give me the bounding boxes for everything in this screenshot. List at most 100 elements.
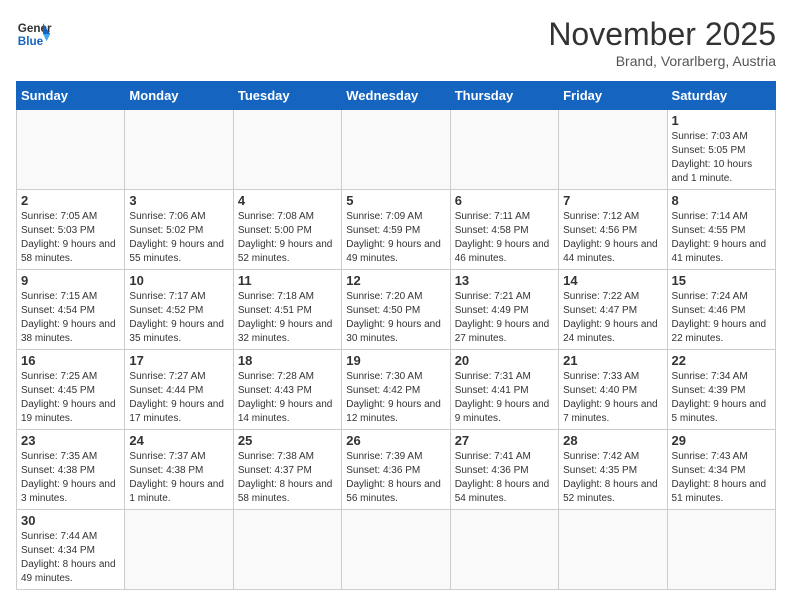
weekday-header-row: SundayMondayTuesdayWednesdayThursdayFrid… [17, 82, 776, 110]
calendar-day-cell: 24 Sunrise: 7:37 AM Sunset: 4:38 PM Dayli… [125, 430, 233, 510]
day-number: 13 [455, 273, 554, 288]
day-info: Sunrise: 7:03 AM Sunset: 5:05 PM Dayligh… [672, 130, 771, 186]
day-info: Sunrise: 7:37 AM Sunset: 4:38 PM Dayligh… [129, 450, 228, 506]
weekday-header: Monday [125, 82, 233, 110]
calendar-day-cell [17, 110, 125, 190]
calendar-day-cell: 10 Sunrise: 7:17 AM Sunset: 4:52 PM Dayli… [125, 270, 233, 350]
day-number: 12 [346, 273, 445, 288]
day-number: 26 [346, 433, 445, 448]
day-info: Sunrise: 7:21 AM Sunset: 4:49 PM Dayligh… [455, 290, 554, 346]
calendar-day-cell: 6 Sunrise: 7:11 AM Sunset: 4:58 PM Daylig… [450, 190, 558, 270]
calendar-day-cell [559, 510, 667, 590]
calendar-day-cell: 1 Sunrise: 7:03 AM Sunset: 5:05 PM Daylig… [667, 110, 775, 190]
calendar-day-cell: 21 Sunrise: 7:33 AM Sunset: 4:40 PM Dayli… [559, 350, 667, 430]
day-info: Sunrise: 7:41 AM Sunset: 4:36 PM Dayligh… [455, 450, 554, 506]
calendar-day-cell [125, 510, 233, 590]
day-number: 14 [563, 273, 662, 288]
day-info: Sunrise: 7:12 AM Sunset: 4:56 PM Dayligh… [563, 210, 662, 266]
weekday-header: Sunday [17, 82, 125, 110]
day-number: 29 [672, 433, 771, 448]
day-number: 18 [238, 353, 337, 368]
calendar-day-cell: 5 Sunrise: 7:09 AM Sunset: 4:59 PM Daylig… [342, 190, 450, 270]
weekday-header: Tuesday [233, 82, 341, 110]
calendar-day-cell [450, 510, 558, 590]
calendar-day-cell: 18Sunrise: 7:28 AM Sunset: 4:43 PM Dayli… [233, 350, 341, 430]
calendar-day-cell: 2Sunrise: 7:05 AM Sunset: 5:03 PM Daylig… [17, 190, 125, 270]
day-info: Sunrise: 7:38 AM Sunset: 4:37 PM Dayligh… [238, 450, 337, 506]
day-number: 30 [21, 513, 120, 528]
calendar-week-row: 16Sunrise: 7:25 AM Sunset: 4:45 PM Dayli… [17, 350, 776, 430]
calendar-day-cell: 20Sunrise: 7:31 AM Sunset: 4:41 PM Dayli… [450, 350, 558, 430]
calendar-table: SundayMondayTuesdayWednesdayThursdayFrid… [16, 81, 776, 590]
calendar-day-cell: 14 Sunrise: 7:22 AM Sunset: 4:47 PM Dayli… [559, 270, 667, 350]
calendar-day-cell: 28Sunrise: 7:42 AM Sunset: 4:35 PM Dayli… [559, 430, 667, 510]
calendar-day-cell [125, 110, 233, 190]
calendar-day-cell [342, 510, 450, 590]
day-info: Sunrise: 7:24 AM Sunset: 4:46 PM Dayligh… [672, 290, 771, 346]
calendar-day-cell [342, 110, 450, 190]
day-number: 1 [672, 113, 771, 128]
calendar-week-row: 9 Sunrise: 7:15 AM Sunset: 4:54 PM Daylig… [17, 270, 776, 350]
calendar-day-cell: 8 Sunrise: 7:14 AM Sunset: 4:55 PM Daylig… [667, 190, 775, 270]
day-info: Sunrise: 7:25 AM Sunset: 4:45 PM Dayligh… [21, 370, 120, 426]
calendar-day-cell: 27 Sunrise: 7:41 AM Sunset: 4:36 PM Dayli… [450, 430, 558, 510]
calendar-day-cell: 26 Sunrise: 7:39 AM Sunset: 4:36 PM Dayli… [342, 430, 450, 510]
day-number: 4 [238, 193, 337, 208]
day-info: Sunrise: 7:14 AM Sunset: 4:55 PM Dayligh… [672, 210, 771, 266]
calendar-day-cell: 17Sunrise: 7:27 AM Sunset: 4:44 PM Dayli… [125, 350, 233, 430]
day-info: Sunrise: 7:06 AM Sunset: 5:02 PM Dayligh… [129, 210, 228, 266]
day-number: 9 [21, 273, 120, 288]
calendar-week-row: 2Sunrise: 7:05 AM Sunset: 5:03 PM Daylig… [17, 190, 776, 270]
location-subtitle: Brand, Vorarlberg, Austria [548, 53, 776, 69]
calendar-day-cell [559, 110, 667, 190]
day-number: 11 [238, 273, 337, 288]
title-block: November 2025 Brand, Vorarlberg, Austria [548, 16, 776, 69]
calendar-day-cell: 25 Sunrise: 7:38 AM Sunset: 4:37 PM Dayli… [233, 430, 341, 510]
calendar-day-cell: 4Sunrise: 7:08 AM Sunset: 5:00 PM Daylig… [233, 190, 341, 270]
page-header: General Blue November 2025 Brand, Vorarl… [16, 16, 776, 69]
calendar-day-cell: 12 Sunrise: 7:20 AM Sunset: 4:50 PM Dayli… [342, 270, 450, 350]
day-info: Sunrise: 7:09 AM Sunset: 4:59 PM Dayligh… [346, 210, 445, 266]
calendar-day-cell: 13 Sunrise: 7:21 AM Sunset: 4:49 PM Dayli… [450, 270, 558, 350]
svg-text:Blue: Blue [18, 35, 44, 48]
weekday-header: Saturday [667, 82, 775, 110]
day-info: Sunrise: 7:22 AM Sunset: 4:47 PM Dayligh… [563, 290, 662, 346]
day-info: Sunrise: 7:05 AM Sunset: 5:03 PM Dayligh… [21, 210, 120, 266]
weekday-header: Friday [559, 82, 667, 110]
day-number: 3 [129, 193, 228, 208]
calendar-day-cell: 11 Sunrise: 7:18 AM Sunset: 4:51 PM Dayli… [233, 270, 341, 350]
day-number: 8 [672, 193, 771, 208]
calendar-day-cell: 16Sunrise: 7:25 AM Sunset: 4:45 PM Dayli… [17, 350, 125, 430]
day-number: 25 [238, 433, 337, 448]
day-info: Sunrise: 7:11 AM Sunset: 4:58 PM Dayligh… [455, 210, 554, 266]
day-info: Sunrise: 7:18 AM Sunset: 4:51 PM Dayligh… [238, 290, 337, 346]
day-number: 24 [129, 433, 228, 448]
day-number: 20 [455, 353, 554, 368]
calendar-week-row: 30Sunrise: 7:44 AM Sunset: 4:34 PM Dayli… [17, 510, 776, 590]
weekday-header: Thursday [450, 82, 558, 110]
calendar-day-cell: 15Sunrise: 7:24 AM Sunset: 4:46 PM Dayli… [667, 270, 775, 350]
calendar-week-row: 1 Sunrise: 7:03 AM Sunset: 5:05 PM Daylig… [17, 110, 776, 190]
day-info: Sunrise: 7:35 AM Sunset: 4:38 PM Dayligh… [21, 450, 120, 506]
day-info: Sunrise: 7:33 AM Sunset: 4:40 PM Dayligh… [563, 370, 662, 426]
calendar-week-row: 23Sunrise: 7:35 AM Sunset: 4:38 PM Dayli… [17, 430, 776, 510]
calendar-day-cell: 7 Sunrise: 7:12 AM Sunset: 4:56 PM Daylig… [559, 190, 667, 270]
calendar-day-cell [233, 510, 341, 590]
day-info: Sunrise: 7:39 AM Sunset: 4:36 PM Dayligh… [346, 450, 445, 506]
day-info: Sunrise: 7:17 AM Sunset: 4:52 PM Dayligh… [129, 290, 228, 346]
day-number: 7 [563, 193, 662, 208]
day-number: 6 [455, 193, 554, 208]
calendar-day-cell: 9 Sunrise: 7:15 AM Sunset: 4:54 PM Daylig… [17, 270, 125, 350]
day-number: 10 [129, 273, 228, 288]
day-number: 17 [129, 353, 228, 368]
day-info: Sunrise: 7:15 AM Sunset: 4:54 PM Dayligh… [21, 290, 120, 346]
day-number: 21 [563, 353, 662, 368]
day-number: 5 [346, 193, 445, 208]
calendar-day-cell: 3 Sunrise: 7:06 AM Sunset: 5:02 PM Daylig… [125, 190, 233, 270]
calendar-day-cell: 19Sunrise: 7:30 AM Sunset: 4:42 PM Dayli… [342, 350, 450, 430]
calendar-day-cell: 30Sunrise: 7:44 AM Sunset: 4:34 PM Dayli… [17, 510, 125, 590]
calendar-day-cell: 23Sunrise: 7:35 AM Sunset: 4:38 PM Dayli… [17, 430, 125, 510]
day-number: 22 [672, 353, 771, 368]
day-info: Sunrise: 7:20 AM Sunset: 4:50 PM Dayligh… [346, 290, 445, 346]
day-number: 27 [455, 433, 554, 448]
